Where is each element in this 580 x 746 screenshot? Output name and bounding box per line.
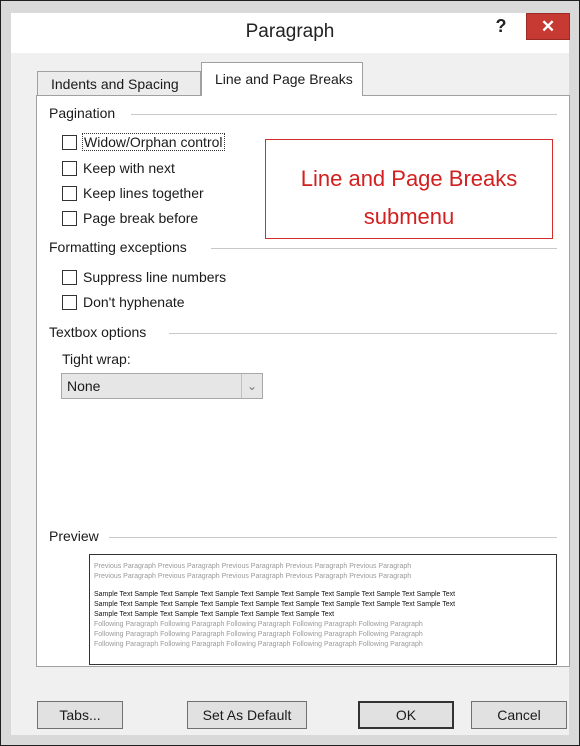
pagination-heading: Pagination [49,105,124,121]
formatting-exceptions-heading: Formatting exceptions [49,239,195,255]
set-as-default-button[interactable]: Set As Default [187,701,307,729]
preview-following-line: Following Paragraph Following Paragraph … [94,631,423,638]
tight-wrap-select[interactable]: None ⌄ [61,373,263,399]
dont-hyphenate-checkbox[interactable]: Don't hyphenate [62,292,185,312]
page-break-before-checkbox[interactable]: Page break before [62,208,198,228]
ok-button[interactable]: OK [358,701,454,729]
annotation-line: submenu [363,204,455,229]
tab-label: Indents and Spacing [51,76,179,92]
checkbox-box[interactable] [62,269,77,285]
checkbox-box[interactable] [62,185,77,201]
annotation-callout: Line and Page Breaks submenu [265,139,553,239]
divider [131,114,557,115]
tab-label: Line and Page Breaks [215,71,353,87]
annotation-line: Line and Page Breaks [300,166,518,191]
dialog-title: Paragraph [245,21,335,42]
divider [169,333,557,334]
checkbox-label: Keep with next [83,160,175,176]
paragraph-dialog: Paragraph ? ✕ Indents and Spacing Line a… [0,0,580,746]
tight-wrap-value: None [67,378,101,394]
preview-following-line: Following Paragraph Following Paragraph … [94,621,423,628]
divider [211,248,557,249]
close-icon[interactable]: ✕ [526,13,570,40]
preview-sample-line: Sample Text Sample Text Sample Text Samp… [94,591,456,598]
preview-sample-line: Sample Text Sample Text Sample Text Samp… [94,611,335,618]
textbox-options-heading: Textbox options [49,324,155,340]
suppress-line-numbers-checkbox[interactable]: Suppress line numbers [62,267,226,287]
divider [109,537,557,538]
widow-orphan-checkbox[interactable]: Widow/Orphan control [62,132,225,152]
checkbox-label: Widow/Orphan control [82,133,225,151]
preview-pane: Previous Paragraph Previous Paragraph Pr… [89,554,557,665]
tabs-button[interactable]: Tabs... [37,701,123,729]
checkbox-label: Keep lines together [83,185,204,201]
tight-wrap-label: Tight wrap: [62,351,139,367]
preview-heading: Preview [49,528,107,544]
preview-previous-line: Previous Paragraph Previous Paragraph Pr… [94,563,412,570]
checkbox-box[interactable] [62,134,77,150]
checkbox-box[interactable] [62,160,77,176]
tab-indents-and-spacing[interactable]: Indents and Spacing [37,71,201,95]
checkbox-label: Suppress line numbers [83,269,227,285]
checkbox-label: Don't hyphenate [83,294,185,310]
preview-following-line: Following Paragraph Following Paragraph … [94,641,423,648]
tab-line-and-page-breaks[interactable]: Line and Page Breaks [201,62,363,96]
keep-lines-together-checkbox[interactable]: Keep lines together [62,183,204,203]
preview-sample-line: Sample Text Sample Text Sample Text Samp… [94,601,456,608]
keep-with-next-checkbox[interactable]: Keep with next [62,158,175,178]
title-bar: Paragraph ? ✕ [11,13,570,53]
cancel-button[interactable]: Cancel [471,701,567,729]
checkbox-box[interactable] [62,294,77,310]
chevron-down-icon[interactable]: ⌄ [241,374,262,398]
checkbox-label: Page break before [83,210,199,226]
help-icon[interactable]: ? [491,13,511,41]
checkbox-box[interactable] [62,210,77,226]
preview-previous-line: Previous Paragraph Previous Paragraph Pr… [94,573,412,580]
